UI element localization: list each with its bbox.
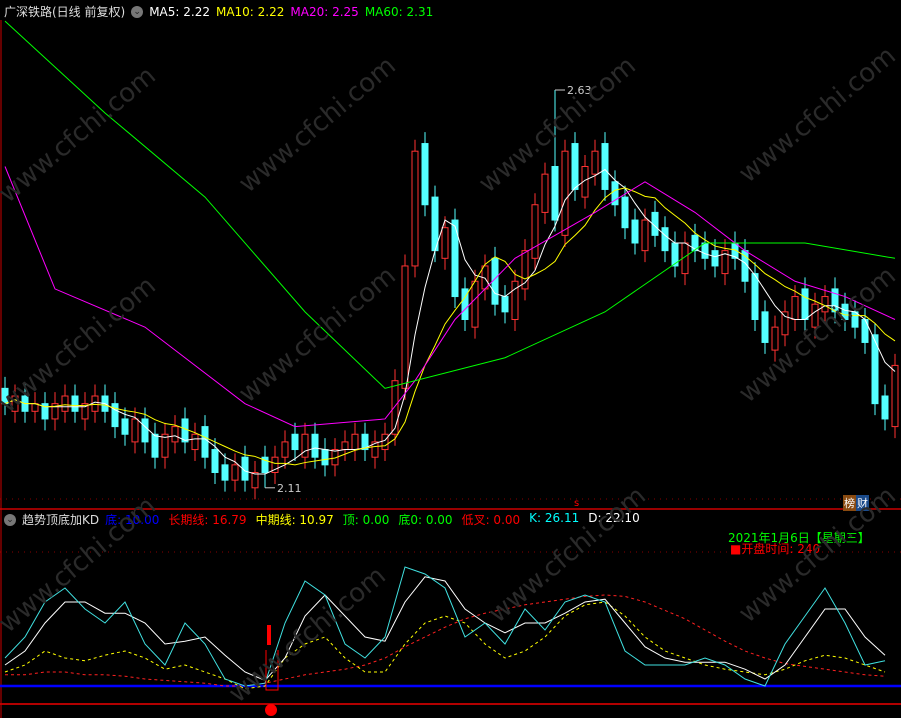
candle-body: [561, 150, 569, 236]
candle-body: [591, 150, 599, 175]
candle-body: [381, 433, 389, 451]
candle-body: [641, 219, 649, 252]
candle-body: [91, 395, 99, 412]
candle-body: [621, 196, 629, 229]
candle-body: [631, 219, 639, 244]
candle-body: [321, 449, 329, 466]
candle-body: [471, 280, 479, 328]
candle-body: [801, 288, 809, 320]
candle-body: [661, 227, 669, 252]
candle-body: [71, 395, 79, 412]
signal-bar: [267, 625, 271, 645]
candle-body: [791, 296, 799, 320]
candle-body: [141, 418, 149, 443]
candle-body: [181, 418, 189, 443]
candle-body: [411, 150, 419, 267]
candle-body: [131, 418, 139, 443]
candle-body: [211, 449, 219, 473]
candle-body: [781, 311, 789, 336]
candle-body: [61, 395, 69, 412]
candle-body: [751, 273, 759, 321]
candle-body: [541, 173, 549, 213]
signal-dot-icon: [265, 704, 277, 716]
candle-body: [251, 472, 259, 489]
candle-body: [701, 242, 709, 259]
candle-body: [391, 380, 399, 435]
candle-body: [421, 143, 429, 206]
candle-body: [711, 250, 719, 267]
candle-body: [531, 204, 539, 259]
candle-body: [301, 433, 309, 458]
signal-mark: s: [574, 498, 579, 509]
candle-body: [341, 441, 349, 451]
candle-body: [881, 395, 889, 420]
candle-body: [121, 418, 129, 435]
candle-body: [191, 433, 199, 451]
candle-body: [441, 227, 449, 259]
candle-body: [351, 433, 359, 451]
candle-body: [771, 326, 779, 351]
candle-body: [761, 311, 769, 343]
candle-body: [311, 433, 319, 458]
candle-body: [551, 166, 559, 221]
candle-body: [501, 296, 509, 313]
candle-body: [601, 143, 609, 190]
candle-body: [291, 433, 299, 451]
candle-body: [201, 426, 209, 458]
candle-body: [281, 441, 289, 458]
candle-body: [151, 433, 159, 458]
candle-body: [401, 265, 409, 389]
candle-body: [221, 464, 229, 481]
candle-body: [231, 464, 239, 481]
candle-body: [511, 280, 519, 320]
low-label: 2.11: [277, 482, 302, 495]
candle-body: [171, 426, 179, 443]
candle-body: [571, 143, 579, 190]
candle-body: [891, 364, 899, 428]
